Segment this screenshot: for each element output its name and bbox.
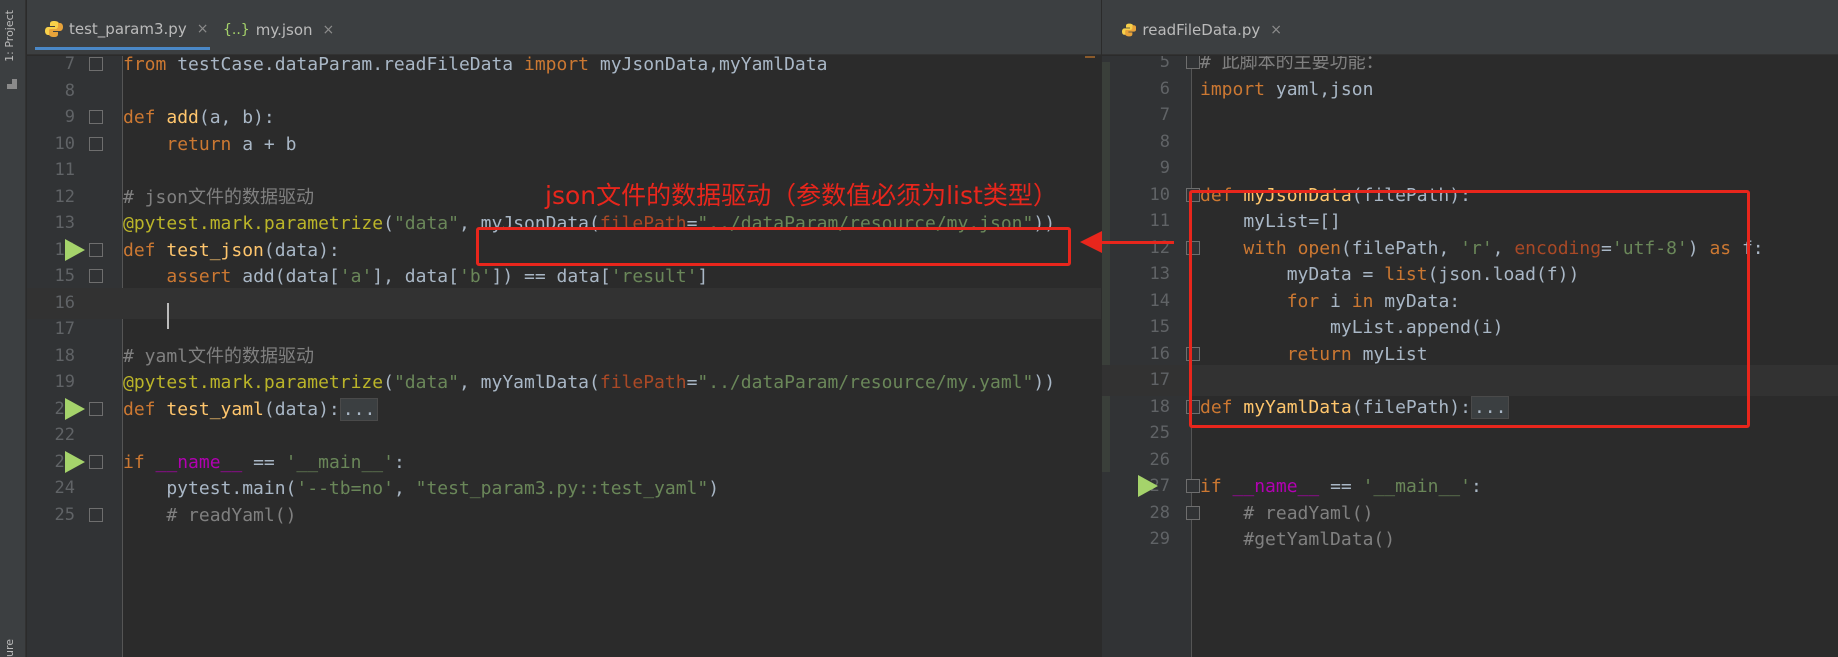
fold-toggle-icon[interactable] bbox=[89, 401, 103, 416]
run-test-icon[interactable] bbox=[65, 450, 85, 473]
fold-toggle-icon[interactable] bbox=[89, 110, 103, 124]
line-number: 25 bbox=[54, 504, 75, 525]
tool-window-strip: 1: Project ure bbox=[0, 0, 26, 657]
tab-label: test_param3.py bbox=[69, 19, 187, 38]
python-file-icon bbox=[1122, 23, 1137, 37]
highlight-box-function bbox=[1189, 190, 1750, 428]
run-test-icon[interactable] bbox=[1138, 475, 1158, 497]
fold-toggle-icon[interactable] bbox=[1186, 505, 1200, 520]
tab-test-param3[interactable]: test_param3.py × bbox=[35, 10, 210, 50]
code-line[interactable]: 29 #getYamlData() bbox=[1102, 524, 1838, 555]
tab-my-json[interactable]: {..} my.json × bbox=[213, 10, 338, 50]
code-text: # readYaml() bbox=[166, 504, 297, 526]
tab-readfiledata[interactable]: readFileData.py × bbox=[1112, 10, 1282, 50]
fold-toggle-icon[interactable] bbox=[89, 454, 103, 469]
scroll-warning-marker bbox=[1085, 56, 1095, 58]
left-editor-tabbar: test_param3.py × {..} my.json × bbox=[27, 0, 1101, 55]
tab-label: my.json bbox=[255, 21, 313, 39]
python-file-icon bbox=[45, 20, 63, 37]
right-editor-tabbar: readFileData.py × bbox=[1102, 0, 1838, 55]
left-code-editor[interactable]: 7 from testCase.dataParam.readFileData im… bbox=[27, 56, 1101, 657]
fold-toggle-icon[interactable] bbox=[89, 269, 103, 283]
text-caret bbox=[167, 303, 169, 329]
run-test-icon[interactable] bbox=[65, 238, 85, 261]
fold-toggle-icon[interactable] bbox=[1186, 56, 1200, 69]
annotation-arrow-shaft bbox=[1100, 241, 1174, 244]
structure-icon[interactable] bbox=[6, 78, 18, 90]
close-tab-icon[interactable]: × bbox=[197, 21, 209, 37]
run-test-icon[interactable] bbox=[65, 397, 85, 420]
annotation-arrow-icon bbox=[1080, 231, 1102, 253]
close-tab-icon[interactable]: × bbox=[1270, 22, 1282, 38]
code-text: #getYamlData() bbox=[1243, 529, 1396, 550]
highlight-box-param bbox=[476, 227, 1071, 266]
fold-toggle-icon[interactable] bbox=[1186, 479, 1200, 493]
tab-label: readFileData.py bbox=[1142, 21, 1261, 39]
structure-tool-button[interactable]: ure bbox=[3, 639, 16, 657]
fold-toggle-icon[interactable] bbox=[89, 57, 103, 71]
project-tool-button[interactable]: 1: Project bbox=[3, 10, 16, 62]
line-number: 29 bbox=[1149, 529, 1170, 549]
fold-toggle-icon[interactable] bbox=[89, 242, 103, 257]
fold-toggle-icon[interactable] bbox=[89, 136, 103, 151]
code-line[interactable]: 25 # readYaml() bbox=[27, 500, 1101, 531]
fold-toggle-icon[interactable] bbox=[89, 507, 103, 522]
json-file-icon: {..} bbox=[223, 22, 250, 38]
close-tab-icon[interactable]: × bbox=[323, 22, 335, 38]
annotation-label: json文件的数据驱动（参数值必须为list类型） bbox=[545, 181, 1058, 210]
